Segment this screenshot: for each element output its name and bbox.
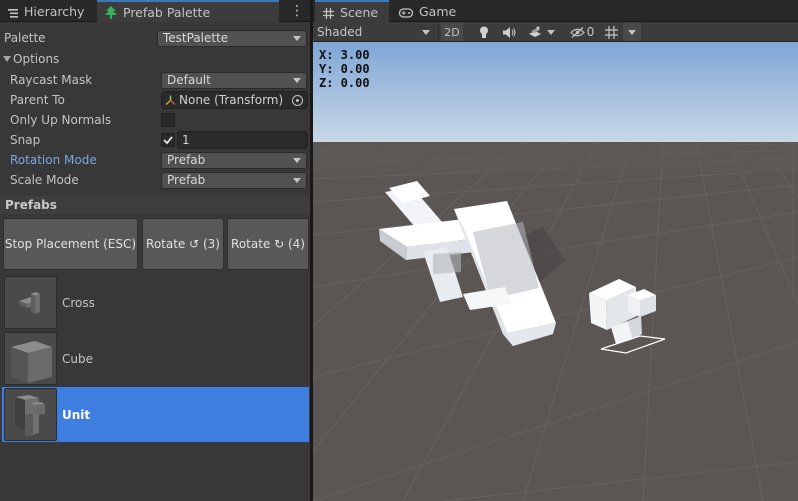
snap-row: Snap 1 [0,130,312,150]
rotate-cw-label: Rotate ↻ (4) [231,237,305,251]
palette-dropdown[interactable]: TestPalette [157,29,307,47]
rotate-cw-button[interactable]: Rotate ↻ (4) [227,218,309,270]
tab-hierarchy-label: Hierarchy [24,3,85,19]
foldout-arrow-icon [3,56,11,62]
speaker-icon [502,26,515,38]
chevron-down-icon [628,29,636,35]
options-foldout[interactable]: Options [0,49,312,69]
hidden-count: 0 [586,25,595,39]
lighting-toggle-button[interactable] [474,23,494,41]
scale-mode-row: Scale Mode Prefab [0,170,312,190]
prefab-item-cube[interactable]: Cube [2,331,309,386]
scale-mode-dropdown[interactable]: Prefab [161,171,307,189]
palette-row: Palette TestPalette [0,28,312,48]
chevron-down-icon [293,77,301,83]
scale-mode-value: Prefab [167,173,206,187]
coord-y: Y: 0.00 [319,62,370,76]
palette-label: Palette [4,31,46,45]
cursor-coordinates: X: 3.00 Y: 0.00 Z: 0.00 [319,48,370,90]
cube-thumbnail [4,332,57,385]
rotate-ccw-label: Rotate ↺ (3) [146,237,220,251]
gamepad-icon [398,6,414,18]
scene-render [313,42,798,501]
tab-prefab-palette[interactable]: Prefab Palette [97,0,279,22]
raycast-mask-label: Raycast Mask [10,73,93,87]
checkmark-icon [163,136,173,145]
2d-toggle-label: 2D [444,25,460,39]
hierarchy-icon [8,6,18,18]
prefab-name: Cross [62,295,95,310]
scene-view-panel: Scene Game Shaded 2D 0 X: 3.00 Y: 0.00 Z… [313,0,798,501]
shading-mode-dropdown[interactable]: Shaded [313,23,434,41]
prefabs-header: Prefabs [0,196,312,214]
lightbulb-icon [480,26,488,38]
only-up-normals-checkbox[interactable] [161,113,175,127]
2d-toggle-button[interactable]: 2D [441,23,463,41]
tab-prefab-palette-label: Prefab Palette [123,4,211,20]
rotation-mode-label: Rotation Mode [10,153,97,167]
effects-icon [528,26,541,37]
stop-placement-button[interactable]: Stop Placement (ESC) [3,218,138,270]
raycast-mask-dropdown[interactable]: Default [161,71,307,89]
options-header: Options [13,52,60,66]
grid-icon [323,7,334,19]
raycast-mask-value: Default [167,73,211,87]
only-up-normals-row: Only Up Normals [0,110,312,130]
palette-value: TestPalette [163,31,229,45]
panel-menu-icon[interactable]: ⋮ [290,3,304,19]
rotation-mode-row: Rotation Mode Prefab [0,150,312,170]
prefab-name: Unit [62,407,91,422]
hidden-eye-icon [569,26,585,38]
snap-checkbox[interactable] [161,133,175,147]
right-tab-bar: Scene Game [313,0,798,22]
snap-label: Snap [10,133,41,147]
chevron-down-icon [293,35,301,41]
effects-dropdown[interactable] [524,23,558,41]
raycast-mask-row: Raycast Mask Default [0,70,312,90]
tab-hierarchy[interactable]: Hierarchy [0,0,95,22]
prefab-item-cross[interactable]: Cross [2,275,309,330]
stop-placement-label: Stop Placement (ESC) [4,237,137,251]
grid-snap-icon [604,25,618,39]
toolbar-divider [438,24,439,40]
scene-toolbar: Shaded 2D 0 [313,22,798,42]
coord-z: Z: 0.00 [319,76,370,90]
scene-visibility-toggle[interactable]: 0 [565,23,599,41]
tab-scene[interactable]: Scene [315,0,389,22]
tab-game-label: Game [419,3,457,19]
scale-mode-label: Scale Mode [10,173,79,187]
cross-thumbnail [4,276,57,329]
prefab-palette-panel: Hierarchy Prefab Palette ⋮ Palette TestP… [0,0,312,501]
tab-game[interactable]: Game [391,0,461,22]
chevron-down-icon [422,30,430,35]
snap-value-field[interactable]: 1 [177,131,308,149]
grid-options-dropdown[interactable] [623,23,641,41]
tree-icon [105,5,117,19]
only-up-normals-label: Only Up Normals [10,113,112,127]
chevron-down-icon [293,157,301,163]
tab-scene-label: Scene [340,4,379,20]
prefab-name: Cube [62,351,93,366]
scene-viewport[interactable]: X: 3.00 Y: 0.00 Z: 0.00 [313,42,798,501]
parent-to-label: Parent To [10,93,65,107]
transform-icon [165,95,176,106]
left-tab-bar: Hierarchy Prefab Palette ⋮ [0,0,312,22]
chevron-down-icon [546,29,555,35]
rotation-mode-value: Prefab [167,153,206,167]
parent-to-field[interactable]: None (Transform) [161,91,308,109]
rotation-mode-dropdown[interactable]: Prefab [161,151,307,169]
unit-thumbnail [4,388,57,441]
snap-value: 1 [182,133,190,147]
prefab-item-unit[interactable]: Unit [2,387,309,442]
audio-toggle-button[interactable] [499,23,519,41]
rotate-ccw-button[interactable]: Rotate ↺ (3) [142,218,224,270]
shading-mode-value: Shaded [317,25,363,39]
chevron-down-icon [293,177,301,183]
parent-to-row: Parent To None (Transform) [0,90,312,110]
grid-toggle-button[interactable] [601,23,621,41]
coord-x: X: 3.00 [319,48,370,62]
parent-to-value: None (Transform) [179,93,284,107]
object-picker-icon[interactable] [292,95,303,106]
